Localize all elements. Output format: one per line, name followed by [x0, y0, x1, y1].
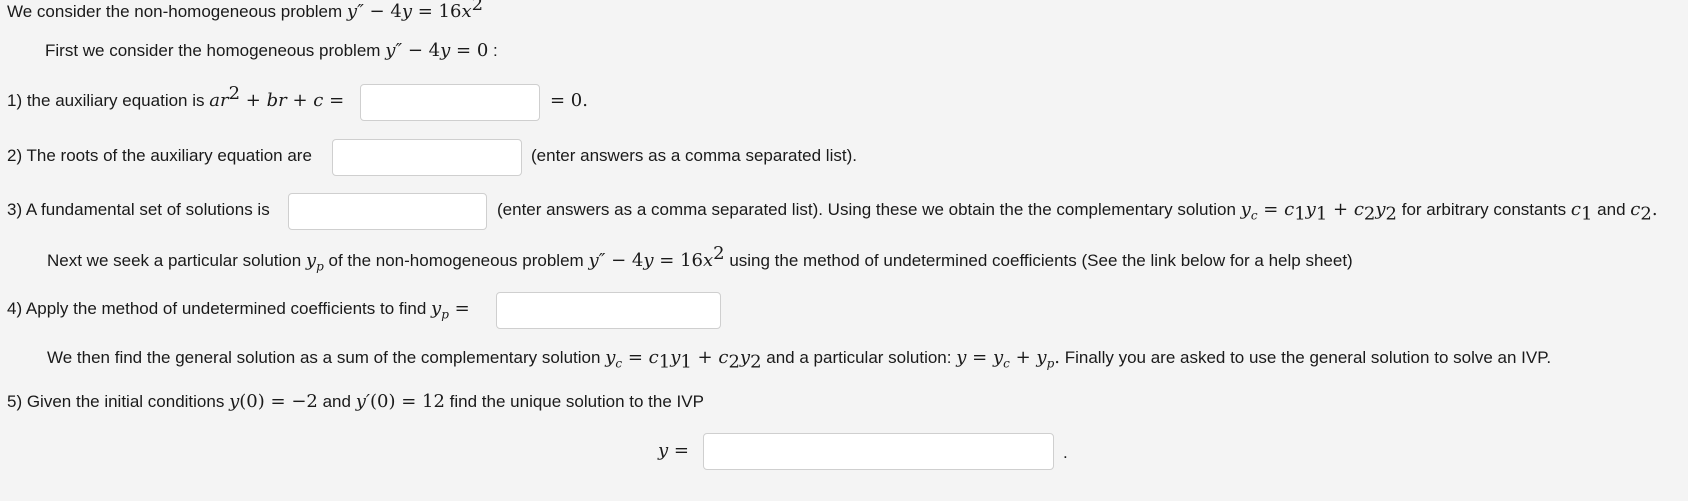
general-y-equation: y = yc + yp.: [956, 347, 1060, 371]
q5-text2: find the unique solution to the IVP: [449, 392, 704, 411]
q3-answer-input[interactable]: [288, 193, 487, 230]
q3-hint-text: (enter answers as a comma separated list…: [497, 200, 1236, 219]
q5-answer-input[interactable]: [703, 433, 1054, 470]
q1-text: 1) the auxiliary equation is: [7, 91, 205, 110]
q4-text: 4) Apply the method of undetermined coef…: [7, 299, 427, 318]
q3-yc-equation: yc = c1y1 + c2y2: [1240, 199, 1397, 225]
homog-colon: :: [493, 41, 498, 60]
q5-ic1: y(0) = −2: [229, 391, 318, 412]
q5-prompt: 5) Given the initial conditions y(0) = −…: [7, 391, 704, 413]
q5-period: .: [1063, 443, 1068, 462]
q3-c2: c2.: [1630, 199, 1658, 225]
intro-equation: y″ − 4y = 16x2: [346, 0, 484, 22]
next-text3: using the method of undetermined coeffic…: [729, 251, 1353, 270]
q3-arbitrary-text: for arbitrary constants: [1401, 200, 1567, 219]
q4-prompt: 4) Apply the method of undetermined coef…: [7, 298, 470, 322]
q4-yp-equals: yp =: [431, 298, 470, 322]
next-text1: Next we seek a particular solution: [47, 251, 302, 270]
q2-hint: (enter answers as a comma separated list…: [531, 146, 857, 165]
intro-text: We consider the non-homogeneous problem: [7, 2, 343, 21]
q3-and: and: [1597, 200, 1626, 219]
general-text2: and a particular solution:: [766, 348, 952, 367]
next-yp: yp: [305, 250, 324, 274]
q1-prompt: 1) the auxiliary equation is ar2 + br + …: [7, 83, 345, 112]
next-line: Next we seek a particular solution yp of…: [47, 243, 1353, 274]
q3-prompt: 3) A fundamental set of solutions is: [7, 200, 270, 219]
q5-y-label: y =: [658, 440, 689, 461]
q2-prompt: 2) The roots of the auxiliary equation a…: [7, 146, 312, 165]
q4-answer-input[interactable]: [496, 292, 721, 329]
next-text2: of the non-homogeneous problem: [328, 251, 584, 270]
q3-hint: (enter answers as a comma separated list…: [497, 199, 1658, 225]
homog-equation: y″ − 4y = 0: [385, 40, 489, 61]
intro-line: We consider the non-homogeneous problem …: [7, 0, 484, 23]
q1-equals-zero: = 0.: [550, 90, 588, 111]
general-text3: Finally you are asked to use the general…: [1064, 348, 1552, 367]
general-text1: We then find the general solution as a s…: [47, 348, 601, 367]
q1-equation: ar2 + br + c =: [209, 83, 345, 112]
general-yc-equation: yc = c1y1 + c2y2: [605, 347, 762, 373]
q3-c1: c1: [1570, 199, 1593, 225]
q1-answer-input[interactable]: [360, 84, 540, 121]
general-line: We then find the general solution as a s…: [47, 347, 1552, 373]
q5-text1: 5) Given the initial conditions: [7, 392, 225, 411]
q5-and: and: [322, 392, 351, 411]
next-equation: y″ − 4y = 16x2: [588, 243, 725, 272]
q2-answer-input[interactable]: [332, 139, 522, 176]
q5-ic2: y′(0) = 12: [355, 391, 445, 412]
homog-text: First we consider the homogeneous proble…: [45, 41, 381, 60]
homog-line: First we consider the homogeneous proble…: [45, 40, 498, 62]
